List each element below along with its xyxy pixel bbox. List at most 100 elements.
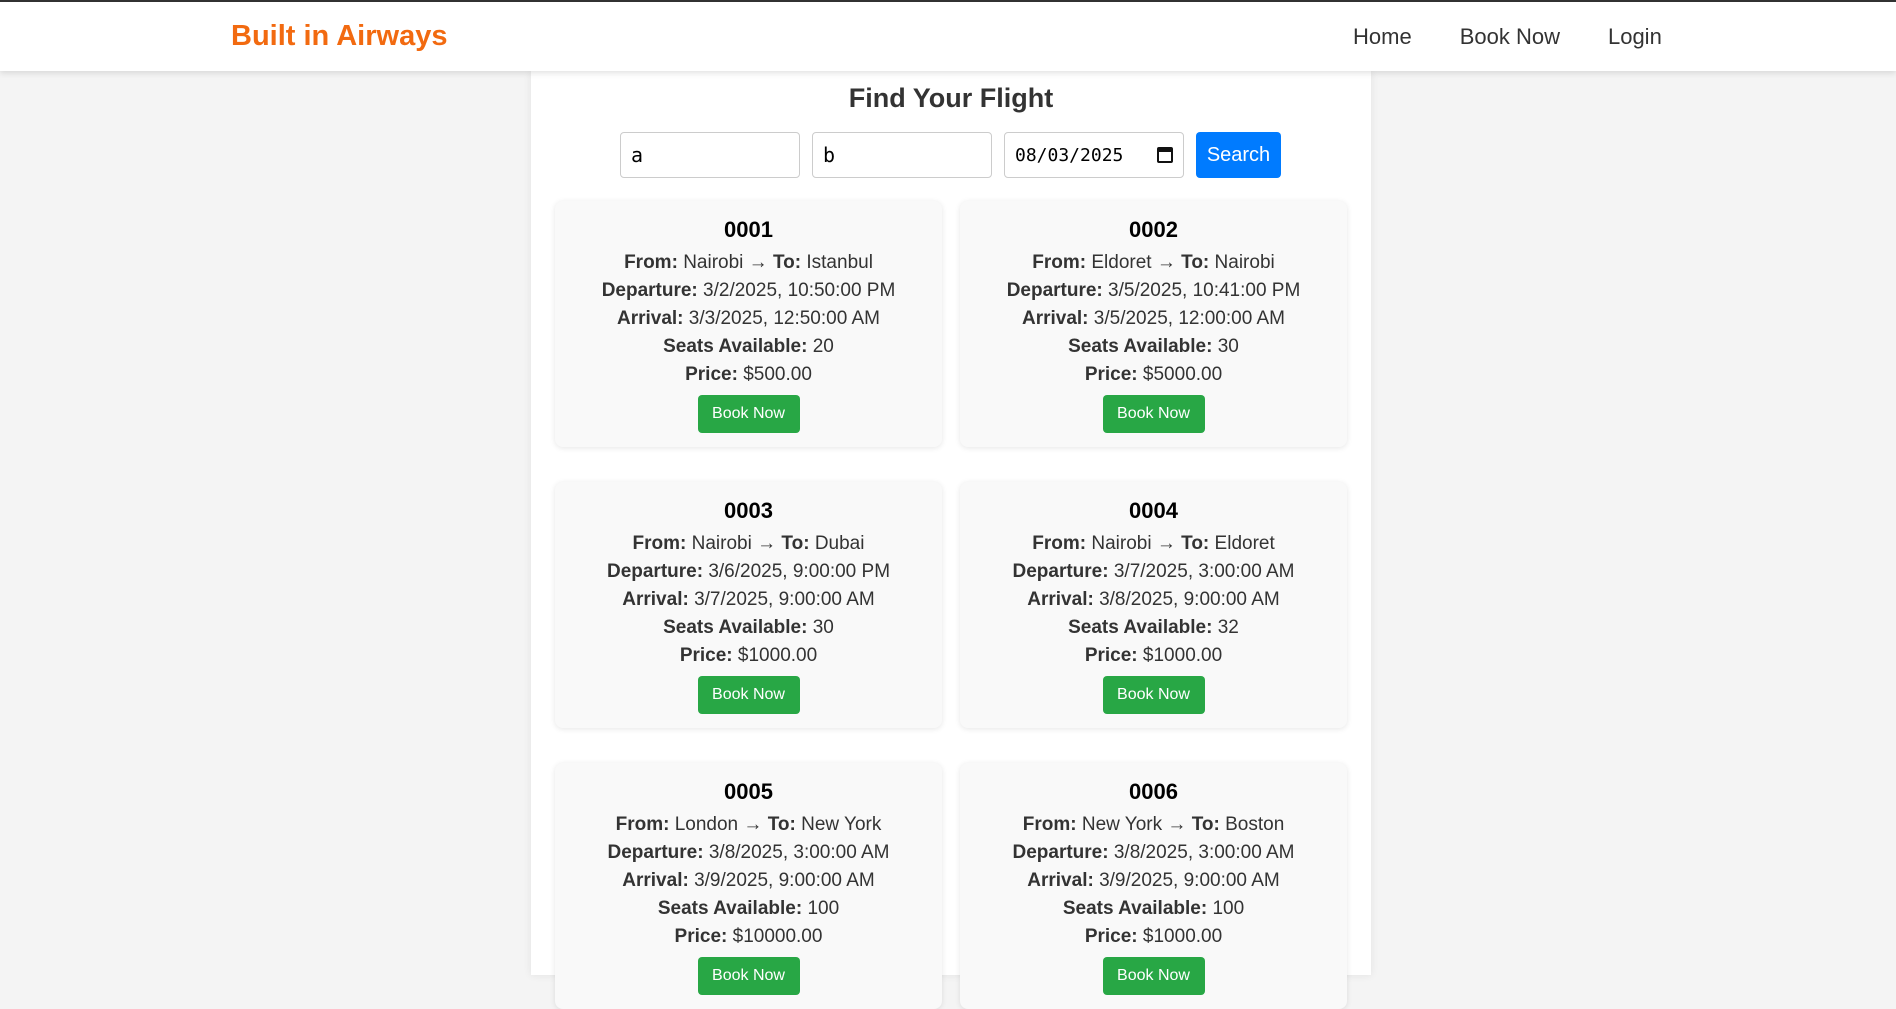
flight-card: 0006 From: New York → To: Boston Departu… <box>960 763 1347 1009</box>
price-line: Price: $1000.00 <box>555 642 942 670</box>
price-line: Price: $1000.00 <box>960 642 1347 670</box>
arrival-line: Arrival: 3/9/2025, 9:00:00 AM <box>555 867 942 895</box>
from-value: Eldoret <box>1091 252 1152 273</box>
book-now-button[interactable]: Book Now <box>697 395 800 433</box>
book-now-button[interactable]: Book Now <box>1102 957 1205 995</box>
seats-value: 30 <box>1217 336 1239 357</box>
route-line: From: London → To: New York <box>555 811 942 839</box>
seats-line: Seats Available: 30 <box>555 614 942 642</box>
to-label: To: <box>781 533 810 554</box>
seats-value: 30 <box>812 617 834 638</box>
to-value: Boston <box>1225 814 1285 835</box>
price-label: Price: <box>1084 926 1138 947</box>
flight-card: 0002 From: Eldoret → To: Nairobi Departu… <box>960 201 1347 447</box>
flight-card: 0005 From: London → To: New York Departu… <box>555 763 942 1009</box>
seats-value: 32 <box>1217 617 1239 638</box>
navbar: Built in Airways Home Book Now Login <box>0 2 1896 71</box>
arrow-icon: → <box>743 814 763 835</box>
to-value: Dubai <box>814 533 865 554</box>
route-line: From: Eldoret → To: Nairobi <box>960 249 1347 277</box>
seats-line: Seats Available: 20 <box>555 333 942 361</box>
departure-label: Departure: <box>1012 842 1109 863</box>
arrival-label: Arrival: <box>622 870 689 891</box>
from-label: From: <box>1022 814 1077 835</box>
departure-line: Departure: 3/5/2025, 10:41:00 PM <box>960 277 1347 305</box>
price-value: $1000.00 <box>1142 645 1223 666</box>
flight-id: 0006 <box>1129 779 1178 804</box>
price-value: $500.00 <box>743 364 812 385</box>
price-label: Price: <box>1084 364 1138 385</box>
page-title: Find Your Flight <box>848 83 1054 113</box>
date-input[interactable]: 08/03/2025 <box>1004 132 1184 178</box>
from-value: Nairobi <box>691 533 752 554</box>
departure-label: Departure: <box>607 842 704 863</box>
arrival-value: 3/7/2025, 9:00:00 AM <box>694 589 875 610</box>
to-label: To: <box>767 814 796 835</box>
price-value: $10000.00 <box>732 926 823 947</box>
from-value: New York <box>1081 814 1163 835</box>
search-form: 08/03/2025 Search <box>620 132 1281 178</box>
departure-value: 3/5/2025, 10:41:00 PM <box>1108 280 1301 301</box>
to-value: Nairobi <box>1214 252 1275 273</box>
price-line: Price: $500.00 <box>555 361 942 389</box>
arrow-icon: → <box>757 533 777 554</box>
from-label: From: <box>1032 533 1087 554</box>
departure-value: 3/6/2025, 9:00:00 PM <box>708 561 891 582</box>
departure-line: Departure: 3/2/2025, 10:50:00 PM <box>555 277 942 305</box>
from-value: Nairobi <box>683 252 744 273</box>
brand-logo[interactable]: Built in Airways <box>231 20 447 53</box>
arrow-icon: → <box>1167 814 1187 835</box>
seats-label: Seats Available: <box>1068 336 1213 357</box>
to-label: To: <box>1191 814 1220 835</box>
book-now-button[interactable]: Book Now <box>697 957 800 995</box>
seats-line: Seats Available: 100 <box>555 895 942 923</box>
arrival-value: 3/5/2025, 12:00:00 AM <box>1093 308 1286 329</box>
search-button[interactable]: Search <box>1196 132 1281 178</box>
nav-login[interactable]: Login <box>1608 24 1662 50</box>
from-value: Nairobi <box>1091 533 1152 554</box>
departure-value: 3/8/2025, 3:00:00 AM <box>1113 842 1295 863</box>
departure-label: Departure: <box>1006 280 1103 301</box>
main-container: Find Your Flight 08/03/2025 Search 0001 … <box>531 71 1371 1009</box>
arrival-line: Arrival: 3/5/2025, 12:00:00 AM <box>960 305 1347 333</box>
departure-value: 3/8/2025, 3:00:00 AM <box>708 842 890 863</box>
flight-grid: 0001 From: Nairobi → To: Istanbul Depart… <box>555 201 1347 1009</box>
price-label: Price: <box>685 364 738 385</box>
book-now-button[interactable]: Book Now <box>1102 676 1205 714</box>
to-value: Istanbul <box>806 252 873 273</box>
price-line: Price: $10000.00 <box>555 923 942 951</box>
arrival-label: Arrival: <box>1027 870 1094 891</box>
arrival-line: Arrival: 3/3/2025, 12:50:00 AM <box>555 305 942 333</box>
calendar-icon[interactable] <box>1157 147 1173 163</box>
arrival-value: 3/3/2025, 12:50:00 AM <box>688 308 881 329</box>
arrival-label: Arrival: <box>616 308 684 329</box>
seats-label: Seats Available: <box>663 336 808 357</box>
to-label: To: <box>1181 533 1210 554</box>
nav-links: Home Book Now Login <box>1353 24 1710 50</box>
arrival-value: 3/9/2025, 9:00:00 AM <box>694 870 875 891</box>
nav-home[interactable]: Home <box>1353 24 1412 50</box>
arrival-label: Arrival: <box>1027 589 1094 610</box>
flight-id: 0005 <box>724 779 773 804</box>
price-label: Price: <box>1084 645 1138 666</box>
from-label: From: <box>632 533 687 554</box>
departure-label: Departure: <box>606 561 704 582</box>
seats-value: 100 <box>1212 898 1245 919</box>
arrow-icon: → <box>1156 252 1176 273</box>
book-now-button[interactable]: Book Now <box>1102 395 1205 433</box>
book-now-button[interactable]: Book Now <box>697 676 800 714</box>
date-value: 08/03/2025 <box>1015 144 1124 166</box>
origin-input[interactable] <box>620 132 800 178</box>
arrow-icon: → <box>748 252 768 273</box>
price-line: Price: $1000.00 <box>960 923 1347 951</box>
destination-input[interactable] <box>812 132 992 178</box>
flight-card: 0004 From: Nairobi → To: Eldoret Departu… <box>960 482 1347 728</box>
seats-value: 100 <box>807 898 840 919</box>
nav-book-now[interactable]: Book Now <box>1460 24 1560 50</box>
arrival-label: Arrival: <box>1021 308 1089 329</box>
flight-id: 0002 <box>1129 217 1178 242</box>
from-value: London <box>674 814 739 835</box>
arrival-line: Arrival: 3/8/2025, 9:00:00 AM <box>960 586 1347 614</box>
from-label: From: <box>1032 252 1087 273</box>
departure-label: Departure: <box>1012 561 1109 582</box>
